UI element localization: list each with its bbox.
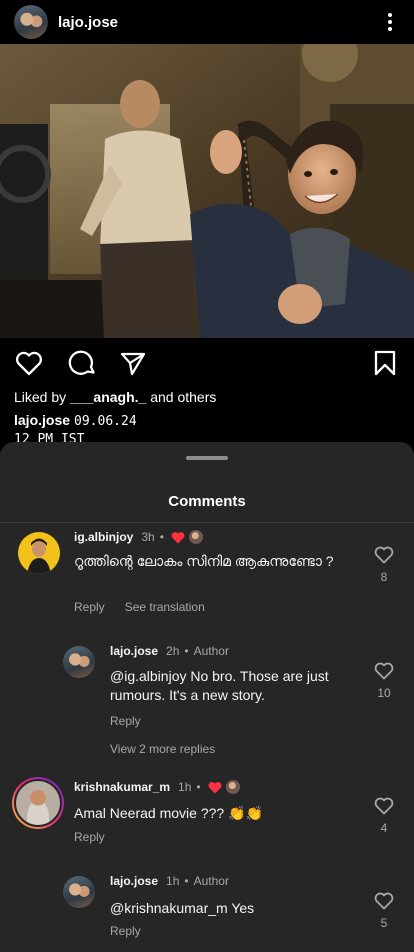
sheet-drag-handle[interactable]	[186, 456, 228, 460]
comment-meta: lajo.jose 2h • Author	[110, 644, 229, 658]
like-heart-icon[interactable]	[374, 546, 394, 564]
comment-time: 2h	[166, 644, 180, 658]
comment-meta: ig.albinjoy 3h •	[74, 530, 203, 544]
post-header: lajo.jose	[0, 0, 414, 44]
comment-actions: Reply	[110, 924, 141, 938]
heart-icon[interactable]	[14, 348, 44, 378]
liked-by-prefix: Liked by	[14, 389, 67, 405]
more-vertical-icon[interactable]	[380, 10, 400, 34]
separator-dot: •	[196, 780, 201, 794]
like-count: 10	[377, 686, 391, 700]
comment-text: @krishnakumar_m Yes	[110, 900, 255, 916]
post-author-username[interactable]: lajo.jose	[58, 14, 118, 31]
commenter-avatar[interactable]	[63, 876, 95, 908]
view-more-replies-button[interactable]: View 2 more replies	[110, 742, 215, 756]
comment-username[interactable]: ig.albinjoy	[74, 530, 133, 544]
author-badge: Author	[193, 644, 229, 658]
post-caption: lajo.jose 09.06.24	[14, 412, 137, 429]
comment-like[interactable]: 5	[372, 892, 396, 930]
comment-time: 3h	[141, 530, 155, 544]
divider	[0, 522, 414, 523]
red-heart-icon	[171, 531, 185, 543]
reply-button[interactable]: Reply	[110, 714, 141, 728]
comment-meta: lajo.jose 1h • Author	[110, 874, 229, 888]
liked-by-suffix: and others	[150, 389, 217, 405]
like-heart-icon[interactable]	[374, 662, 394, 680]
post-photo-illustration	[0, 44, 414, 338]
reply-button[interactable]: Reply	[74, 600, 105, 614]
separator-dot: •	[184, 644, 189, 658]
comment-icon[interactable]	[68, 348, 98, 378]
comment-time: 1h	[166, 874, 180, 888]
caption-date: 09.06.24	[74, 414, 137, 429]
comment-time: 1h	[178, 780, 192, 794]
caption-username[interactable]: lajo.jose	[14, 412, 70, 428]
comments-sheet: Comments ig.albinjoy 3h • റൂത്തിന്റെ ലോക…	[0, 442, 414, 952]
author-liked-avatar	[225, 780, 240, 794]
share-icon[interactable]	[118, 348, 148, 378]
likes-summary[interactable]: Liked by ___anagh._ and others	[14, 389, 216, 405]
like-count: 4	[380, 821, 388, 835]
comment-like[interactable]: 4	[372, 797, 396, 835]
comment-text: Amal Neerad movie ??? 👏👏	[74, 805, 263, 821]
like-heart-icon[interactable]	[374, 892, 394, 910]
like-count: 5	[380, 916, 388, 930]
reply-button[interactable]: Reply	[110, 924, 141, 938]
bookmark-icon[interactable]	[370, 348, 400, 378]
comment-like[interactable]: 10	[372, 662, 396, 700]
comment-text: @ig.albinjoy No bro. Those are just rumo…	[110, 668, 329, 703]
like-count: 8	[380, 570, 388, 584]
commenter-avatar[interactable]	[12, 777, 64, 829]
like-heart-icon[interactable]	[374, 797, 394, 815]
comment-like[interactable]: 8	[372, 546, 396, 584]
post-author-avatar[interactable]	[14, 5, 48, 39]
comment-username[interactable]: lajo.jose	[110, 644, 158, 658]
comment-meta: krishnakumar_m 1h •	[74, 780, 240, 794]
red-heart-icon	[208, 781, 222, 793]
author-badge: Author	[193, 874, 229, 888]
comment-text: റൂത്തിന്റെ ലോകം സിനിമ ആകുന്നുണ്ടോ ?	[74, 553, 334, 569]
post-image[interactable]	[0, 44, 414, 338]
comment-username[interactable]: lajo.jose	[110, 874, 158, 888]
reply-button[interactable]: Reply	[74, 830, 105, 844]
liked-by-user[interactable]: ___anagh._	[70, 389, 146, 405]
commenter-avatar[interactable]	[18, 532, 60, 574]
separator-dot: •	[159, 530, 164, 544]
comment-actions: Reply See translation	[74, 600, 205, 614]
comments-title: Comments	[168, 493, 246, 510]
avatar-photo	[14, 779, 62, 827]
author-liked-avatar	[188, 530, 203, 544]
see-translation-button[interactable]: See translation	[125, 600, 205, 614]
comment-actions: Reply	[74, 830, 105, 844]
commenter-avatar[interactable]	[63, 646, 95, 678]
post-actions	[0, 346, 414, 382]
comment-actions: Reply	[110, 714, 141, 728]
separator-dot: •	[184, 874, 189, 888]
comment-username[interactable]: krishnakumar_m	[74, 780, 170, 794]
